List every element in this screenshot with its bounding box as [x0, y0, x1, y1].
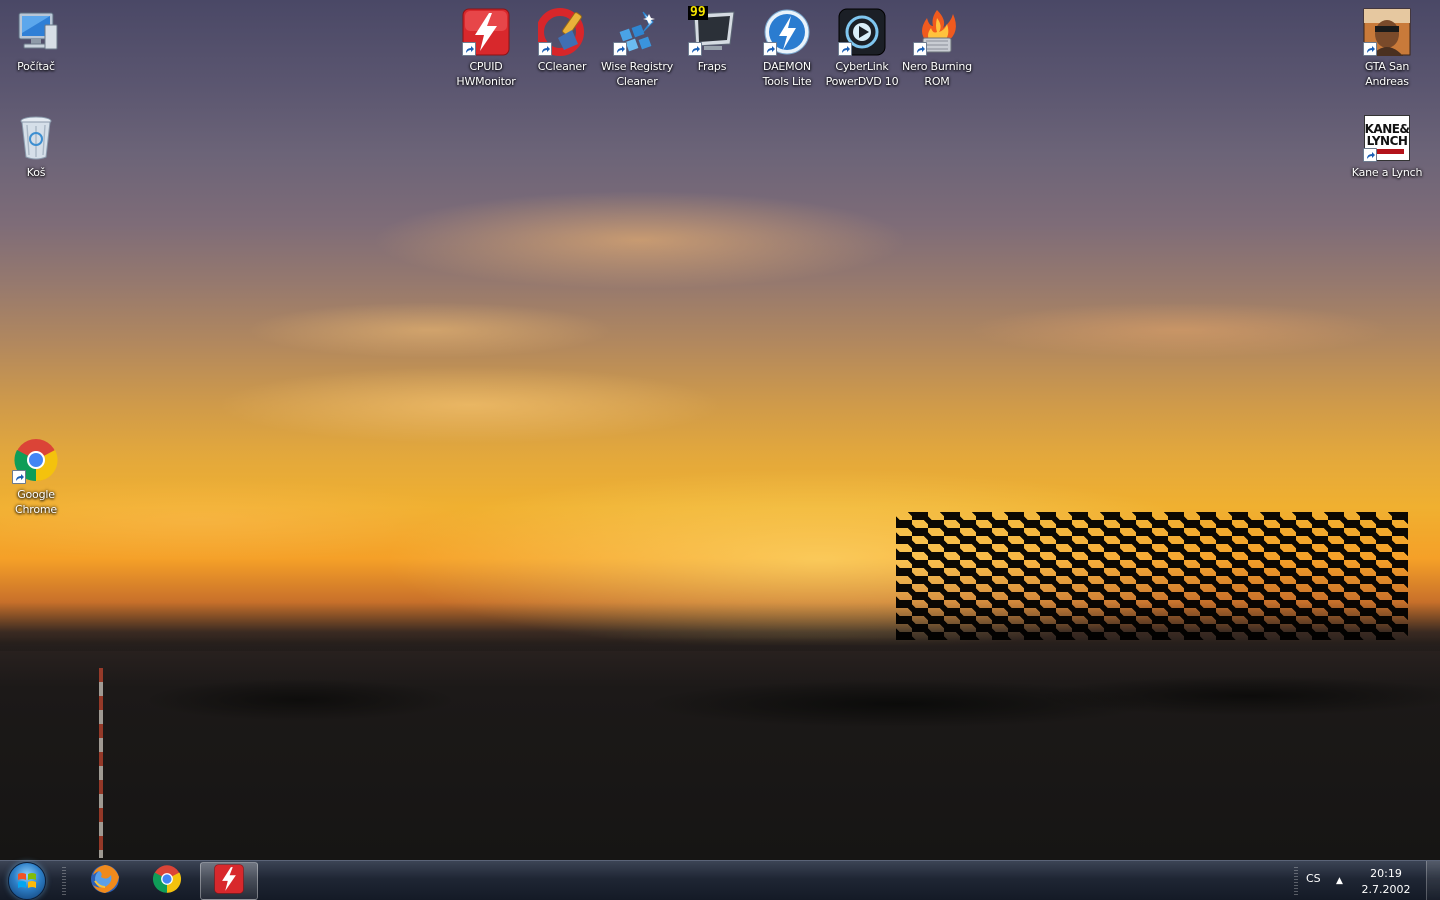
desktop-icon-ccleaner[interactable]: CCleaner	[524, 8, 600, 74]
desktop-icon-cpuid-hwmonitor[interactable]: CPUID HWMonitor	[448, 8, 524, 89]
ccleaner-icon	[538, 8, 586, 56]
nero-icon	[913, 8, 961, 56]
desktop-icon-nero-burning-rom[interactable]: Nero Burning ROM	[899, 8, 975, 89]
daemon-tools-icon	[763, 8, 811, 56]
gta-icon	[1363, 8, 1411, 56]
tree-line	[0, 660, 1440, 740]
start-button[interactable]	[6, 862, 48, 900]
clock-time: 20:19	[1370, 867, 1402, 880]
taskbar-chrome-button[interactable]	[138, 862, 196, 900]
shortcut-arrow-icon	[1363, 148, 1377, 162]
chrome-icon	[12, 436, 60, 484]
shortcut-arrow-icon	[688, 42, 702, 56]
recycle-bin-icon	[12, 114, 60, 162]
desktop-icon-recycle-bin[interactable]: Koš	[0, 114, 74, 180]
survey-pole	[99, 668, 103, 858]
icon-label: Počítač	[17, 60, 55, 73]
system-tray: CS ▲ 20:19 2.7.2002	[1290, 861, 1440, 900]
icon-label: Google Chrome	[15, 488, 57, 516]
shortcut-arrow-icon	[913, 42, 927, 56]
kane-lynch-art: KANE& LYNCH	[1364, 121, 1410, 148]
icon-label: CyberLink PowerDVD 10	[825, 60, 899, 88]
chrome-icon	[152, 864, 182, 898]
show-desktop-button[interactable]	[1426, 861, 1440, 900]
fraps-icon: 99	[688, 5, 736, 56]
desktop-icon-kane-and-lynch[interactable]: KANE& LYNCH Kane a Lynch	[1349, 114, 1425, 180]
render-artifact	[896, 512, 1408, 640]
kane-lynch-icon: KANE& LYNCH	[1363, 114, 1411, 162]
firefox-icon	[89, 863, 121, 899]
icon-label: DAEMON Tools Lite	[762, 60, 812, 88]
clock-date: 2.7.2002	[1361, 883, 1411, 896]
taskbar-hwmonitor-button[interactable]	[200, 862, 258, 900]
hwmonitor-icon	[214, 864, 244, 898]
desktop-wallpaper	[0, 0, 1440, 860]
desktop-icon-computer[interactable]: Počítač	[0, 8, 74, 74]
icon-label: CCleaner	[537, 60, 587, 73]
shortcut-arrow-icon	[538, 42, 552, 56]
shortcut-arrow-icon	[838, 42, 852, 56]
desktop-icon-fraps[interactable]: 99 Fraps	[674, 5, 750, 74]
icon-label: CPUID HWMonitor	[456, 60, 516, 88]
fraps-fps-badge: 99	[688, 5, 708, 20]
shortcut-arrow-icon	[462, 42, 476, 56]
icon-label: Nero Burning ROM	[902, 60, 972, 88]
taskbar: CS ▲ 20:19 2.7.2002	[0, 860, 1440, 900]
windows-logo-icon	[8, 862, 46, 900]
desktop-icon-wise-registry-cleaner[interactable]: Wise Registry Cleaner	[599, 8, 675, 89]
desktop-icon-daemon-tools-lite[interactable]: DAEMON Tools Lite	[749, 8, 825, 89]
shortcut-arrow-icon	[613, 42, 627, 56]
powerdvd-icon	[838, 8, 886, 56]
hwmonitor-icon	[462, 8, 510, 56]
shortcut-arrow-icon	[1363, 42, 1377, 56]
taskbar-grip[interactable]	[62, 867, 66, 895]
desktop-icon-google-chrome[interactable]: Google Chrome	[0, 436, 74, 517]
language-indicator[interactable]: CS	[1306, 872, 1321, 885]
icon-label: Wise Registry Cleaner	[600, 60, 674, 88]
icon-label: Fraps	[697, 60, 727, 73]
show-hidden-icons-button[interactable]: ▲	[1336, 876, 1343, 886]
taskbar-firefox-button[interactable]	[76, 862, 134, 900]
tray-grip	[1294, 867, 1298, 895]
shortcut-arrow-icon	[763, 42, 777, 56]
computer-icon	[12, 8, 60, 56]
desktop-icon-cyberlink-powerdvd[interactable]: CyberLink PowerDVD 10	[824, 8, 900, 89]
clock[interactable]: 20:19 2.7.2002	[1356, 866, 1416, 898]
icon-label: Koš	[26, 166, 46, 179]
shortcut-arrow-icon	[12, 470, 26, 484]
icon-label: Kane a Lynch	[1351, 166, 1423, 179]
icon-label: GTA San Andreas	[1364, 60, 1410, 88]
wise-registry-icon	[613, 8, 661, 56]
desktop-icon-gta-san-andreas[interactable]: GTA San Andreas	[1349, 8, 1425, 89]
